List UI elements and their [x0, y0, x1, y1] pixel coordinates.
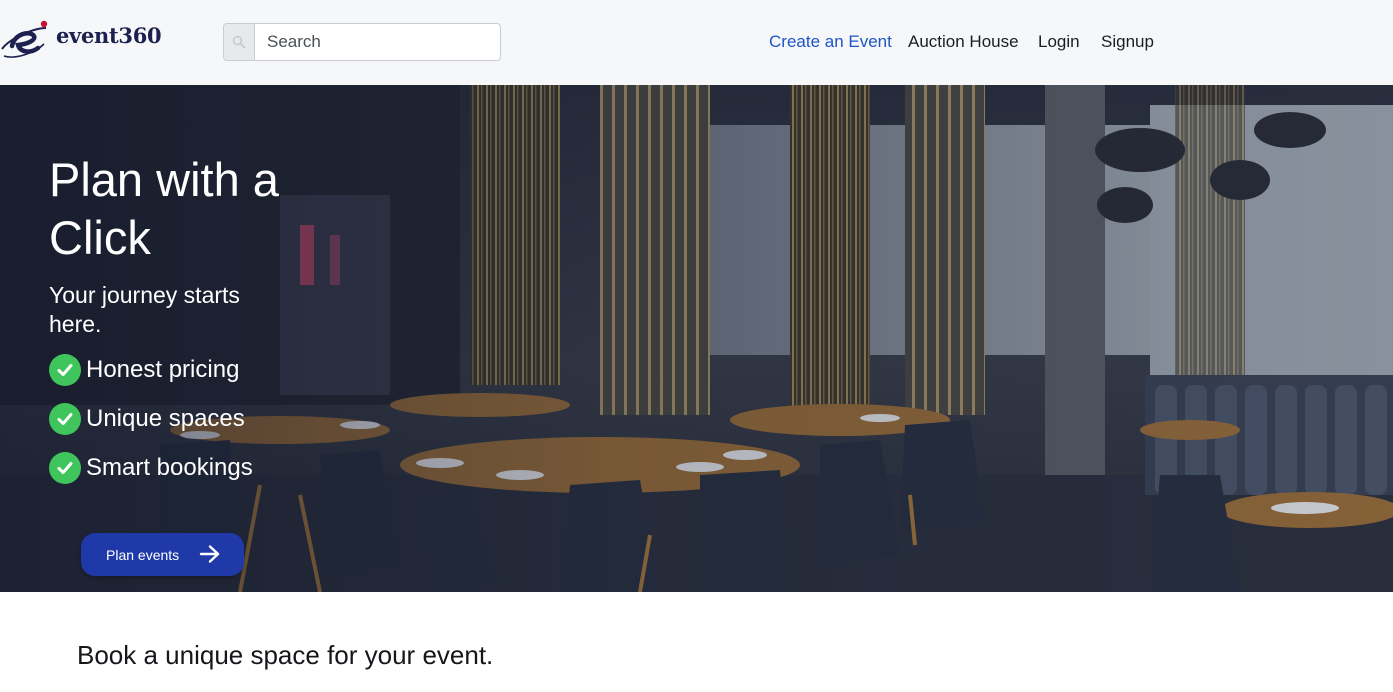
hero-title: Plan with a Click	[49, 153, 279, 264]
hero-banner: Plan with a Click Your journey starts he…	[0, 85, 1393, 592]
check-icon	[49, 403, 81, 435]
search-input[interactable]	[255, 24, 500, 60]
brand-name: event360	[56, 23, 162, 48]
nav-signup[interactable]: Signup	[1101, 31, 1154, 53]
search-bar	[223, 23, 501, 61]
event360-logo-icon	[1, 20, 48, 58]
brand-logo[interactable]: event360	[0, 16, 162, 62]
hero-subtitle: Your journey starts here.	[49, 282, 240, 337]
nav-auction-house[interactable]: Auction House	[908, 31, 1019, 53]
check-icon	[49, 354, 81, 386]
feature-label: Honest pricing	[86, 356, 240, 383]
feature-honest-pricing: Honest pricing	[49, 353, 239, 387]
search-button[interactable]	[224, 24, 255, 60]
feature-label: Smart bookings	[86, 454, 253, 481]
feature-label: Unique spaces	[86, 405, 245, 432]
feature-smart-bookings: Smart bookings	[49, 451, 253, 485]
arrow-right-icon	[199, 545, 220, 563]
plan-events-label: Plan events	[106, 546, 180, 563]
search-icon	[232, 35, 246, 49]
feature-unique-spaces: Unique spaces	[49, 402, 245, 436]
check-icon	[49, 452, 81, 484]
plan-events-button[interactable]: Plan events	[81, 533, 244, 576]
nav-create-event[interactable]: Create an Event	[769, 31, 892, 53]
nav-login[interactable]: Login	[1038, 31, 1080, 53]
section-heading: Book a unique space for your event.	[77, 640, 494, 670]
top-navbar: event360 Create an Event Auction House L…	[0, 0, 1393, 85]
